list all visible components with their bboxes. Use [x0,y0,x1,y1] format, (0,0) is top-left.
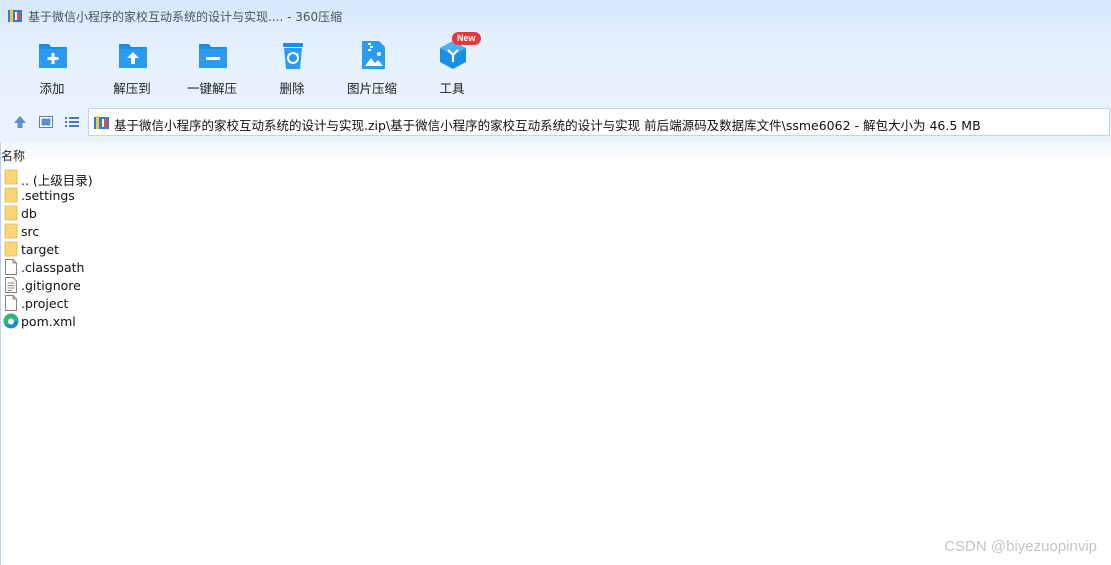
header: 基于微信小程序的家校互动系统的设计与实现.... - 360压缩 添加 解压到 [0,0,1111,104]
edge-browser-icon [3,313,19,329]
column-header[interactable]: 名称 [0,142,1111,164]
title-bar: 基于微信小程序的家校互动系统的设计与实现.... - 360压缩 [0,0,1111,32]
add-icon [39,44,67,68]
list-item-classpath[interactable]: .classpath [0,258,1111,276]
extract-to-button[interactable]: 解压到 [92,36,172,98]
app-icon [8,9,22,22]
item-name: .settings [21,188,75,203]
address-bar-row: 基于微信小程序的家校互动系统的设计与实现.zip\基于微信小程序的家校互动系统的… [0,104,1111,142]
folder-icon [4,241,18,257]
file-list: .. (上级目录) .settings db src target .class… [0,168,1111,330]
add-button[interactable]: 添加 [12,36,92,98]
watermark: CSDN @biyezuopinvip [944,538,1097,555]
list-item-gitignore[interactable]: .gitignore [0,276,1111,294]
list-item-settings[interactable]: .settings [0,186,1111,204]
add-label: 添加 [39,81,65,96]
item-name: .gitignore [21,278,81,293]
extract-to-label: 解压到 [113,81,151,96]
item-name: .project [21,296,69,311]
file-icon [5,259,17,275]
text-file-icon [5,277,17,293]
image-compress-label: 图片压缩 [346,81,397,96]
list-item-src[interactable]: src [0,222,1111,240]
folder-icon [4,205,18,221]
address-field[interactable]: 基于微信小程序的家校互动系统的设计与实现.zip\基于微信小程序的家校互动系统的… [88,108,1110,136]
list-item-pom[interactable]: pom.xml [0,312,1111,330]
thumbnail-view-icon[interactable] [38,114,54,130]
image-zip-icon [362,41,385,69]
tools-button[interactable]: 工具 [412,36,492,98]
image-compress-button[interactable]: 图片压缩 [332,36,412,98]
list-item-db[interactable]: db [0,204,1111,222]
one-click-extract-button[interactable]: 一键解压 [172,36,252,98]
tools-label: 工具 [439,81,465,96]
folder-icon [4,187,18,203]
window-title: 基于微信小程序的家校互动系统的设计与实现.... - 360压缩 [28,10,343,24]
list-view-icon[interactable] [64,114,80,130]
item-name: target [21,242,60,257]
extract-folder-icon [119,44,147,68]
one-click-extract-icon [199,44,227,68]
item-name: db [21,206,37,221]
up-arrow-icon[interactable] [12,114,28,130]
delete-button[interactable]: 删除 [252,36,332,98]
list-item-parent-dir[interactable]: .. (上级目录) [0,168,1111,188]
archive-icon [94,116,109,129]
item-name: src [21,224,40,239]
recycle-bin-icon [283,43,303,69]
column-name-label: 名称 [1,149,26,163]
list-item-target[interactable]: target [0,240,1111,258]
item-name: .classpath [21,260,85,275]
item-name: pom.xml [21,314,76,329]
delete-label: 删除 [279,81,305,96]
file-icon [5,295,17,311]
folder-icon [4,169,18,185]
new-badge: New [452,32,481,45]
toolbar: 添加 解压到 一键解压 删除 图片压缩 工具 [0,36,1111,100]
list-item-project[interactable]: .project [0,294,1111,312]
folder-icon [4,223,18,239]
address-path: 基于微信小程序的家校互动系统的设计与实现.zip\基于微信小程序的家校互动系统的… [114,118,981,133]
one-click-extract-label: 一键解压 [186,81,237,96]
